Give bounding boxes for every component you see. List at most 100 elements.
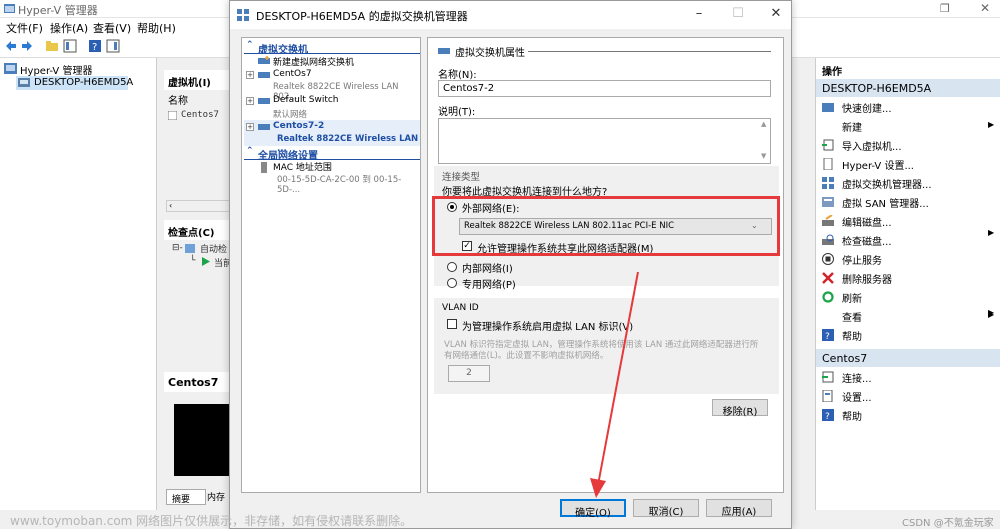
bg-window-title: Hyper-V 管理器 — [18, 4, 98, 17]
menu-help[interactable]: 帮助(H) — [137, 20, 176, 36]
settings-page-icon — [823, 158, 833, 170]
action-settings[interactable]: 设置... — [822, 388, 872, 404]
checkpoint-sub-connector: └ — [190, 256, 196, 266]
apply-button[interactable]: 应用(A) — [706, 499, 772, 518]
vm-thumbnail[interactable] — [174, 404, 230, 476]
hyperv-app-icon — [4, 4, 15, 13]
maximize-icon[interactable]: ☐ — [730, 6, 746, 22]
action-import-vm[interactable]: 导入虚拟机... — [822, 137, 902, 153]
tree-host-label[interactable]: DESKTOP-H6EMD5A — [34, 77, 133, 88]
action-vsan-manager[interactable]: 虚拟 SAN 管理器... — [822, 194, 929, 210]
svg-text:?: ? — [92, 42, 97, 53]
switch-default[interactable]: Default Switch — [273, 95, 339, 105]
action-help-vm[interactable]: ? 帮助 — [822, 407, 862, 423]
action-pane-icon[interactable] — [106, 39, 120, 53]
vm-hscroll[interactable]: ‹ — [166, 200, 230, 212]
hyperv-manager-icon — [4, 63, 17, 74]
actions-header: 操作 — [816, 60, 1000, 78]
server-icon — [18, 78, 30, 87]
vlan-id-input[interactable]: 2 — [448, 365, 490, 382]
switch-list: ⌃ 虚拟交换机 新建虚拟网络交换机 + CentOs7 Realtek 8822C… — [241, 37, 421, 493]
new-switch-icon — [258, 56, 270, 64]
actions-scroll-arrow-icon[interactable]: ▶ — [988, 308, 994, 317]
action-refresh[interactable]: 刷新 — [822, 289, 862, 305]
connection-type-label: 连接类型 — [442, 172, 481, 183]
notes-textarea[interactable] — [438, 118, 771, 164]
expand-centos7-icon[interactable]: + — [246, 71, 254, 79]
edit-disk-icon — [822, 215, 834, 226]
back-arrow-icon[interactable] — [4, 39, 18, 53]
delete-x-icon — [822, 272, 834, 284]
tree-root-label[interactable]: Hyper-V 管理器 — [20, 62, 92, 77]
menu-file[interactable]: 文件(F) — [6, 20, 43, 36]
action-quick-create[interactable]: 快速创建... — [822, 99, 892, 115]
notes-label: 说明(T): — [438, 107, 476, 118]
switch-centos7[interactable]: CentOs7 — [273, 69, 312, 79]
switch-manager-icon — [822, 177, 834, 189]
action-connect[interactable]: 连接... — [822, 369, 872, 385]
watermark-text: www.toymoban.com 网络图片仅供展示，非存储，如有侵权请联系删除。 — [10, 514, 413, 528]
action-inspect-disk[interactable]: 检查磁盘... — [822, 232, 892, 248]
vm-column-name[interactable]: 名称 — [168, 92, 188, 107]
action-stop-service[interactable]: 停止服务 — [822, 251, 882, 267]
actions-scroll-arrow-icon-2[interactable]: ▶ — [988, 228, 994, 237]
vlan-checkbox[interactable] — [447, 319, 457, 329]
expand-default-switch-icon[interactable]: + — [246, 97, 254, 105]
help-icon: ? — [822, 329, 834, 341]
red-arrow-annotation — [590, 271, 639, 498]
inspect-disk-icon — [822, 234, 834, 245]
expand-centos7-2-icon[interactable]: + — [246, 123, 254, 131]
action-help-host[interactable]: ? 帮助 — [822, 327, 862, 343]
close-icon[interactable]: ✕ — [768, 6, 784, 22]
notes-scroll-up-icon[interactable]: ▲ — [761, 120, 766, 128]
help-icon: ? — [822, 409, 834, 421]
notes-scroll-down-icon[interactable]: ▼ — [761, 152, 766, 160]
vm-row-name[interactable]: Centos7 — [181, 110, 219, 120]
group-virtual-switches[interactable]: ⌃ 虚拟交换机 — [244, 40, 420, 56]
radio-internal[interactable] — [447, 262, 457, 272]
bg-close-icon[interactable]: ✕ — [980, 1, 990, 15]
console-tree-icon[interactable] — [63, 39, 77, 53]
quick-create-icon — [822, 103, 834, 112]
tab-memory[interactable]: 内存 — [207, 490, 225, 503]
folder-icon[interactable] — [45, 39, 59, 53]
private-network-label[interactable]: 专用网络(P) — [462, 276, 516, 291]
checkpoint-icon — [185, 244, 195, 253]
svg-text:?: ? — [825, 332, 830, 341]
action-vswitch-manager[interactable]: 虚拟交换机管理器... — [822, 175, 932, 191]
action-edit-disk[interactable]: 编辑磁盘... — [822, 213, 892, 229]
checkpoint-item[interactable]: 自动检 — [200, 242, 227, 255]
play-icon — [202, 257, 210, 266]
bg-restore-icon[interactable]: ❐ — [940, 2, 950, 15]
action-new[interactable]: 新建 — [822, 118, 862, 134]
radio-private[interactable] — [447, 278, 457, 288]
new-virtual-switch[interactable]: 新建虚拟网络交换机 — [273, 55, 354, 68]
action-hyperv-settings[interactable]: Hyper-V 设置... — [822, 156, 914, 172]
forward-arrow-icon[interactable] — [20, 39, 34, 53]
switch-name-input[interactable]: Centos7-2 — [438, 80, 771, 97]
section-divider — [528, 51, 771, 52]
group-global-network[interactable]: ⌃ 全局网络设置 — [244, 146, 420, 162]
switch-centos7-2[interactable]: Centos7-2 — [273, 121, 324, 131]
minimize-icon[interactable]: – — [691, 6, 707, 22]
menu-action[interactable]: 操作(A) — [50, 20, 88, 36]
tab-summary[interactable]: 摘要 — [166, 489, 206, 505]
actions-vm-header[interactable]: Centos7 — [816, 349, 1000, 367]
mac-address-range[interactable]: MAC 地址范围 — [273, 160, 332, 173]
network-switch-icon — [438, 48, 450, 54]
action-remove-server[interactable]: 删除服务器 — [822, 270, 892, 286]
network-switch-icon — [258, 124, 270, 130]
action-view[interactable]: 查看 — [822, 308, 862, 324]
checkpoint-panel-title: 检查点(C) — [164, 220, 234, 240]
vm-panel-title: 虚拟机(I) — [164, 70, 234, 90]
vm-off-icon — [168, 111, 177, 120]
internal-network-label[interactable]: 内部网络(I) — [462, 260, 513, 275]
network-switch-icon — [258, 98, 270, 104]
menu-view[interactable]: 查看(V) — [93, 20, 131, 36]
new-submenu-arrow-icon: ▶ — [988, 120, 995, 129]
help-icon[interactable]: ? — [88, 39, 102, 53]
collapse-chevron-icon: ⌃ — [246, 146, 254, 156]
actions-host-header[interactable]: DESKTOP-H6EMD5A — [816, 79, 1000, 97]
import-icon — [822, 139, 834, 151]
remove-button[interactable]: 移除(R) — [712, 399, 768, 418]
